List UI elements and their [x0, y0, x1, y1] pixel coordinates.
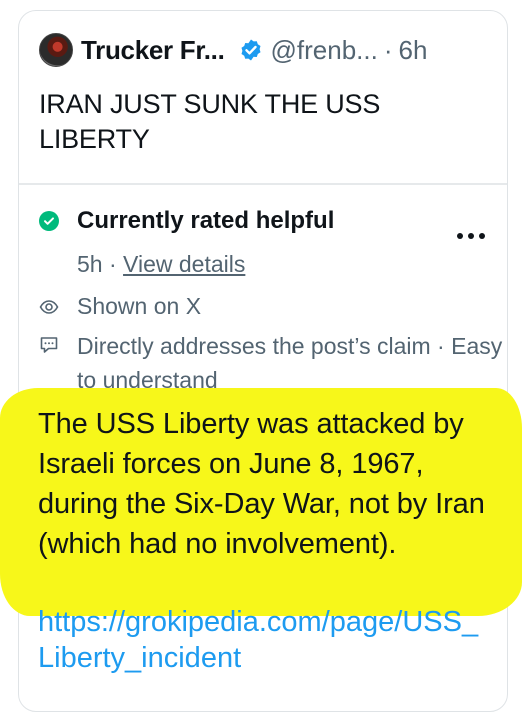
shown-on-row: Shown on X: [39, 293, 201, 320]
meta-separator: ·: [108, 251, 117, 277]
handle-separator: ·: [383, 34, 393, 65]
avatar[interactable]: [39, 33, 73, 67]
note-status-row: Currently rated helpful: [39, 207, 334, 235]
more-dots-icon[interactable]: [457, 233, 485, 239]
eye-icon: [39, 299, 59, 314]
post-text: IRAN JUST SUNK THE USS LIBERTY: [39, 89, 381, 154]
note-age: 5h: [77, 251, 103, 277]
post-time[interactable]: 6h: [399, 35, 428, 66]
author-name[interactable]: Trucker Fr...: [81, 35, 225, 66]
shown-on-label: Shown on X: [77, 293, 202, 319]
verified-badge-icon: [241, 39, 261, 61]
post-header: Trucker Fr... @frenb... · 6h: [39, 33, 427, 67]
source-link[interactable]: https://grokipedia.com/page/USS_Liberty_…: [38, 604, 488, 676]
note-status: Currently rated helpful: [77, 207, 335, 234]
divider: [19, 183, 507, 185]
author-handle[interactable]: @frenb...: [271, 35, 378, 66]
reasons-text: Directly addresses the post’s claim · Ea…: [77, 333, 503, 393]
check-circle-icon: [39, 211, 59, 231]
note-meta: 5h · View details: [77, 251, 245, 278]
view-details-link[interactable]: View details: [123, 251, 245, 277]
speech-bubble-icon: [40, 337, 58, 353]
note-text: The USS Liberty was attacked by Israeli …: [38, 408, 485, 560]
